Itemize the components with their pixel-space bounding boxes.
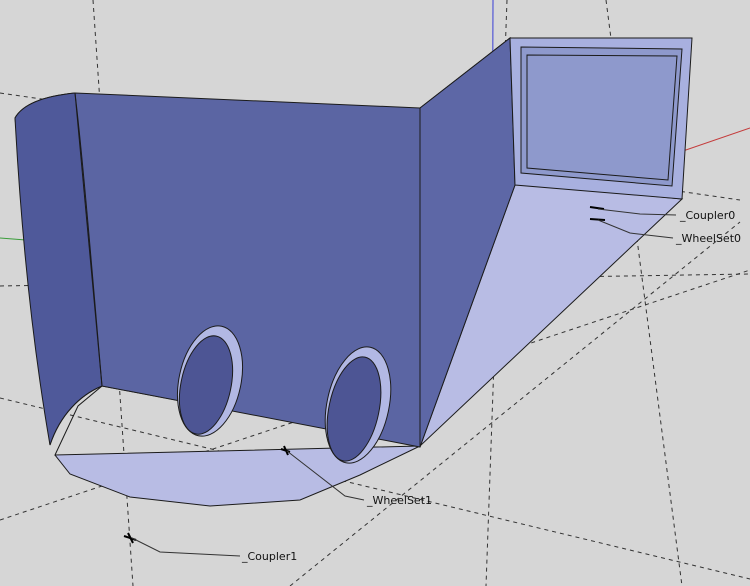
component-marker-icon[interactable] [123, 532, 137, 544]
coupler1-label[interactable]: _Coupler1 [241, 550, 297, 563]
coupler0-label[interactable]: _Coupler0 [679, 209, 735, 222]
wheelset0-label[interactable]: _WheelSet0 [675, 232, 741, 245]
model-viewport[interactable]: _Coupler0 _WheelSet0 _WheelSet1 _Coupler… [0, 0, 750, 586]
wheelset1-label[interactable]: _WheelSet1 [366, 494, 432, 507]
back-panel-window [526, 54, 678, 181]
3d-scene[interactable]: _Coupler0 _WheelSet0 _WheelSet1 _Coupler… [0, 0, 750, 586]
component-marker-icon[interactable] [589, 218, 606, 221]
